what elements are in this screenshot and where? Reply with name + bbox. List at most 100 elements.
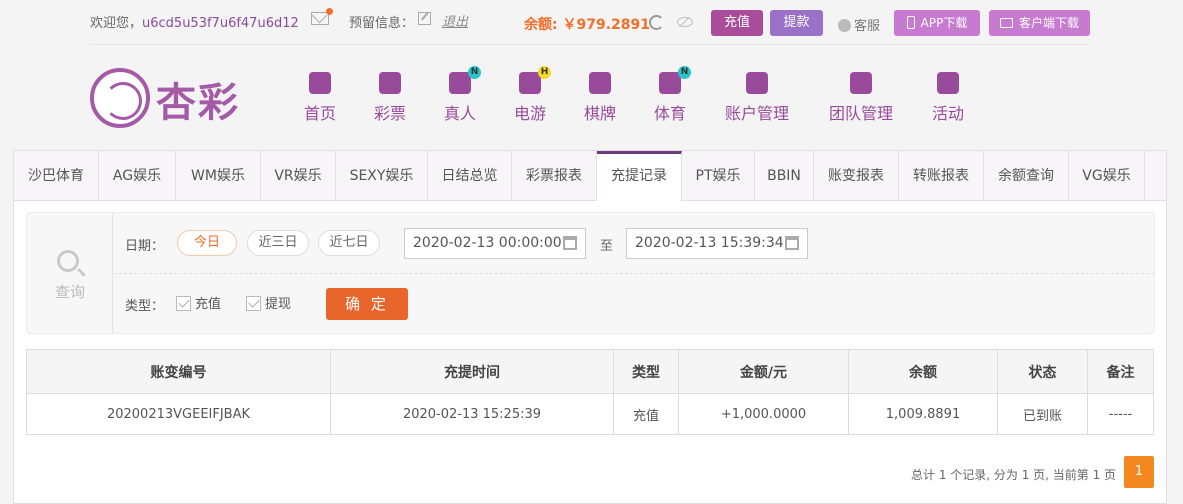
unread-dot	[326, 8, 333, 15]
confirm-button[interactable]: 确 定	[326, 288, 408, 320]
tab-transfer-report[interactable]: 转账报表	[899, 151, 984, 201]
nav-label: 真人	[443, 104, 476, 123]
nav-label: 彩票	[373, 104, 406, 123]
nav-account[interactable]: 账户管理	[723, 72, 791, 124]
to-label: 至	[600, 239, 614, 254]
tab-pt[interactable]: PT娱乐	[682, 151, 755, 201]
edit-icon[interactable]	[418, 12, 431, 25]
nav-label: 首页	[303, 104, 336, 123]
tab-balance-query[interactable]: 余额查询	[984, 151, 1069, 201]
nav-label: 体育	[653, 104, 686, 123]
logout-link[interactable]: 退出	[442, 11, 468, 30]
cell-balance: 1,009.8891	[848, 393, 998, 435]
tab-lottery-report[interactable]: 彩票报表	[512, 151, 597, 201]
range-7-days[interactable]: 近七日	[318, 230, 380, 256]
cell-remark: -----	[1087, 393, 1154, 435]
tab-sexy[interactable]: SEXY娱乐	[336, 151, 428, 201]
cards-icon	[589, 72, 611, 94]
nav-label: 活动	[931, 104, 964, 123]
logo-text: 杏彩	[156, 79, 240, 126]
pagination-summary: 总计 1 个记录, 分为 1 页, 当前第 1 页	[911, 468, 1117, 482]
tab-vr[interactable]: VR娱乐	[261, 151, 336, 201]
tab-ag[interactable]: AG娱乐	[99, 151, 176, 201]
calendar-icon[interactable]	[785, 236, 799, 250]
tab-daily-overview[interactable]: 日结总览	[428, 151, 512, 201]
tab-deposit-withdraw[interactable]: 充提记录	[597, 151, 682, 202]
recharge-button[interactable]: 充值	[711, 10, 763, 36]
logo-emblem	[90, 68, 150, 128]
mail-icon[interactable]	[311, 8, 333, 25]
end-date-value: 2020-02-13 15:39:34	[635, 235, 784, 251]
withdraw-button[interactable]: 提款	[770, 10, 823, 36]
end-date-input[interactable]: 2020-02-13 15:39:34	[626, 228, 808, 259]
nav-sports[interactable]: N 体育	[653, 66, 691, 124]
calendar-icon[interactable]	[563, 236, 577, 250]
client-download-button[interactable]: 客户端下载	[989, 10, 1090, 36]
welcome-text: 欢迎您，u6cd5u53f7u6f47u6d12	[90, 12, 299, 31]
balance-display: 余额: ￥979.2891	[524, 17, 650, 33]
table-header-row: 账变编号 充提时间 类型 金额/元 余额 状态 备注	[26, 349, 1154, 394]
tab-account-change[interactable]: 账变报表	[814, 151, 899, 201]
search-form: 查询 日期： 今日 近三日 近七日 2020-02-13 00:00:00 至 …	[26, 212, 1155, 334]
tab-wm[interactable]: WM娱乐	[176, 151, 261, 201]
tab-bbin[interactable]: BBIN	[755, 151, 814, 201]
nav-slots[interactable]: H 电游	[513, 66, 551, 124]
nav-team[interactable]: 团队管理	[827, 72, 895, 124]
customer-service-link[interactable]: 客服	[838, 15, 880, 34]
gamepad-icon: H	[519, 66, 551, 94]
team-icon	[850, 72, 872, 94]
refresh-icon[interactable]	[649, 15, 664, 30]
cell-amount: +1,000.0000	[678, 393, 849, 435]
welcome-label: 欢迎您，	[90, 16, 143, 31]
app-download-label: APP下载	[920, 16, 968, 30]
search-label: 查询	[54, 283, 85, 301]
new-badge: N	[468, 66, 481, 79]
col-transaction-id: 账变编号	[26, 349, 331, 394]
nav-lottery[interactable]: 彩票	[373, 72, 407, 124]
nav-promotions[interactable]: 活动	[931, 72, 965, 124]
col-time: 充提时间	[330, 349, 614, 394]
hide-balance-icon[interactable]	[677, 17, 693, 27]
report-panel: 沙巴体育 AG娱乐 WM娱乐 VR娱乐 SEXY娱乐 日结总览 彩票报表 充提记…	[13, 150, 1167, 504]
gift-icon	[937, 72, 959, 94]
nav-label: 电游	[513, 104, 546, 123]
site-logo[interactable]: 杏彩	[90, 68, 240, 130]
username[interactable]: u6cd5u53f7u6f47u6d12	[142, 16, 299, 31]
date-label: 日期：	[125, 239, 165, 254]
start-date-input[interactable]: 2020-02-13 00:00:00	[404, 228, 586, 259]
cell-transaction-id: 20200213VGEEIFJBAK	[26, 393, 331, 435]
col-remark: 备注	[1087, 349, 1154, 394]
nav-label: 棋牌	[583, 104, 616, 123]
col-balance: 余额	[848, 349, 998, 394]
page-button-current[interactable]: 1	[1124, 456, 1154, 488]
col-type: 类型	[613, 349, 679, 394]
nav-live-dealer[interactable]: N 真人	[443, 66, 481, 124]
nav-chess-cards[interactable]: 棋牌	[583, 72, 617, 124]
search-icon	[57, 250, 79, 272]
search-trigger[interactable]: 查询	[27, 213, 113, 333]
service-icon	[838, 19, 851, 32]
nav-label: 团队管理	[828, 104, 893, 123]
type-withdraw-checkbox[interactable]: 提现	[246, 293, 291, 312]
cell-status: 已到账	[997, 393, 1088, 435]
report-tabs: 沙巴体育 AG娱乐 WM娱乐 VR娱乐 SEXY娱乐 日结总览 彩票报表 充提记…	[14, 151, 1166, 202]
tab-saba-sports[interactable]: 沙巴体育	[14, 151, 99, 201]
lottery-icon	[379, 72, 401, 94]
new-badge: N	[678, 66, 691, 79]
start-date-value: 2020-02-13 00:00:00	[413, 235, 562, 251]
range-3-days[interactable]: 近三日	[247, 230, 309, 256]
nav-label: 账户管理	[724, 104, 789, 123]
nav-home[interactable]: 首页	[303, 72, 337, 124]
type-deposit-checkbox[interactable]: 充值	[176, 293, 221, 312]
cell-type: 充值	[613, 393, 679, 435]
dealer-icon: N	[449, 66, 481, 94]
range-today[interactable]: 今日	[177, 230, 237, 256]
monitor-icon	[999, 18, 1013, 28]
checkbox-label: 提现	[265, 297, 292, 312]
home-icon	[309, 72, 331, 94]
tab-vg[interactable]: VG娱乐	[1069, 151, 1145, 201]
col-amount: 金额/元	[678, 349, 849, 394]
hot-badge: H	[538, 66, 551, 79]
reserve-info-label: 预留信息：	[349, 16, 415, 31]
app-download-button[interactable]: APP下载	[894, 10, 980, 36]
